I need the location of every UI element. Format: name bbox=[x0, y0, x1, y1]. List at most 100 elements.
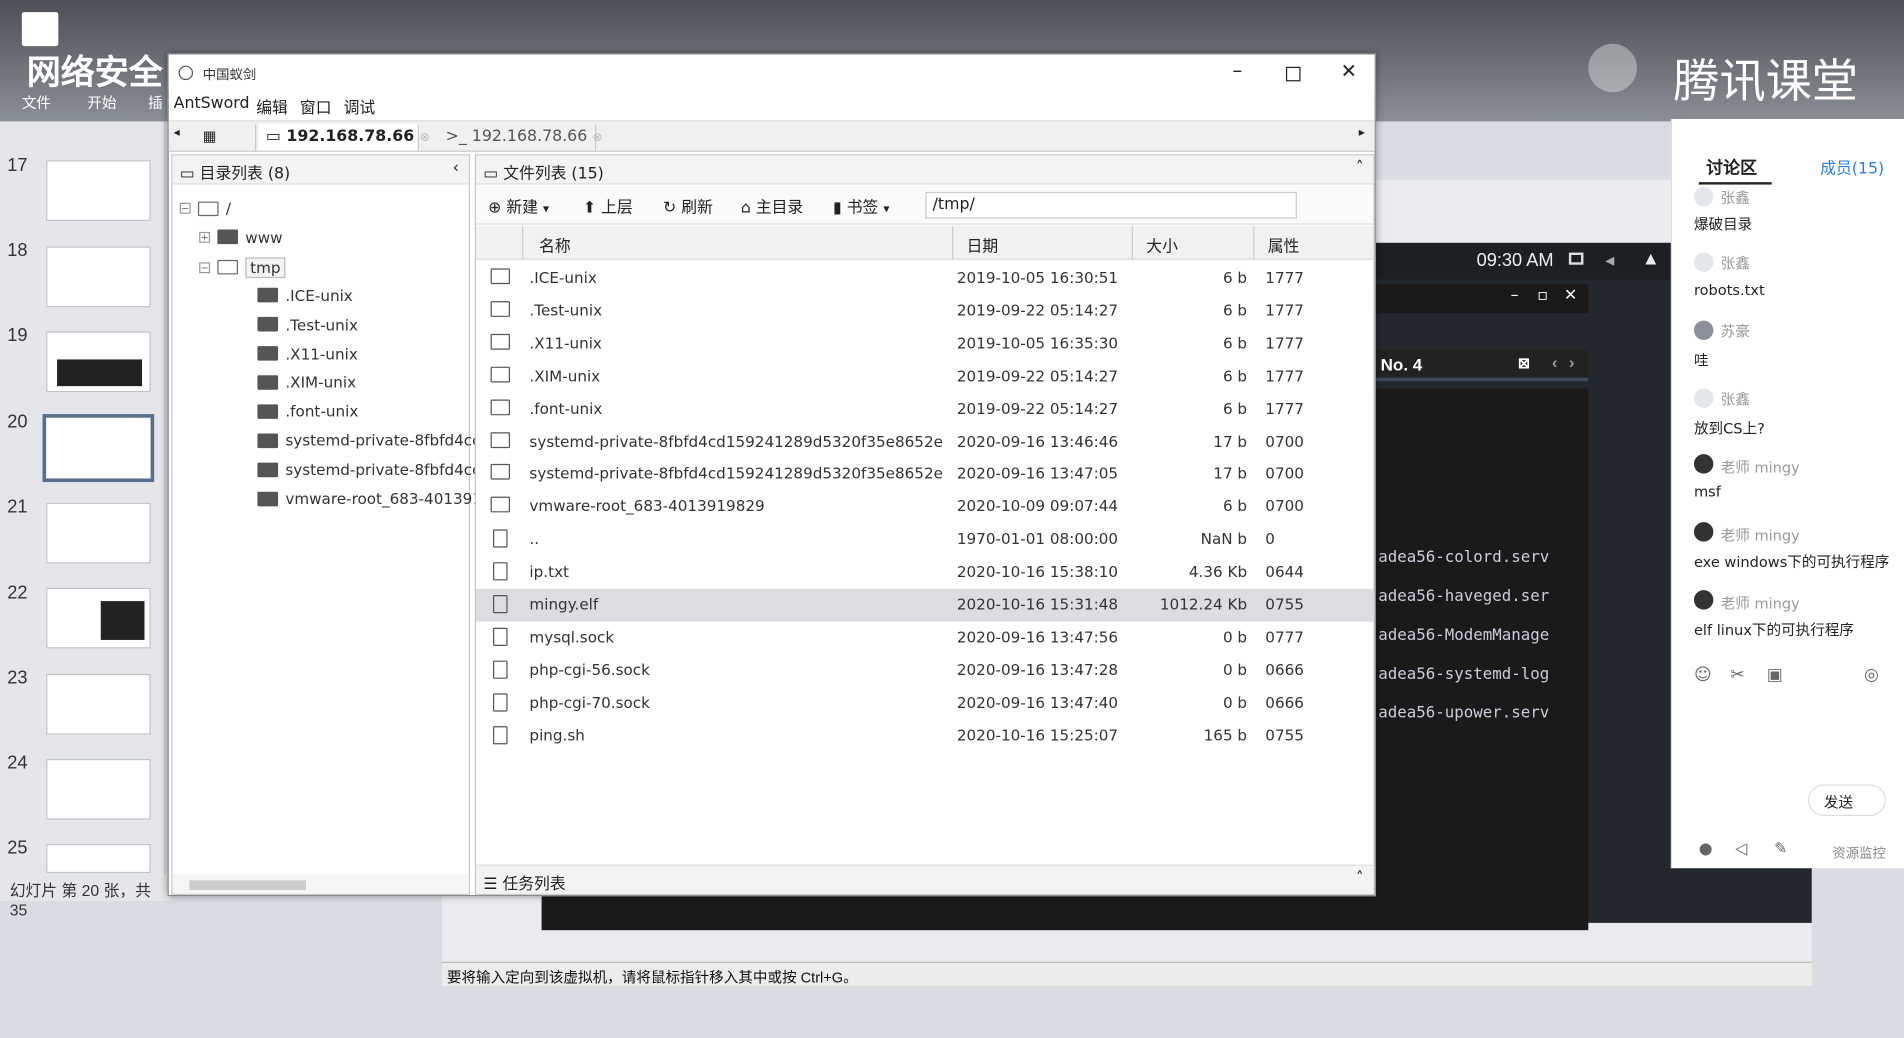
file-row[interactable]: systemd-private-8fbfd4cd159241289d5320f3… bbox=[476, 426, 1373, 459]
tree-item[interactable]: .font-unix bbox=[214, 402, 358, 421]
tree-item[interactable]: + www bbox=[199, 228, 283, 246]
vm-clock: 09:30 AM bbox=[1476, 250, 1554, 271]
maximize-icon[interactable]: ▫ bbox=[1537, 287, 1548, 305]
slide-thumbnail-selected[interactable] bbox=[42, 414, 155, 483]
tree-item[interactable]: systemd-private-8fbfd4cd159 bbox=[214, 431, 511, 450]
file-row[interactable]: .. 1970-01-01 08:00:00 NaN b 0 bbox=[476, 524, 1373, 557]
minimize-button[interactable]: – bbox=[1233, 58, 1243, 81]
up-button[interactable]: ⬆ 上层 bbox=[583, 194, 633, 217]
slide-thumbnail[interactable] bbox=[46, 160, 151, 222]
file-size: 17 b bbox=[1213, 464, 1248, 483]
vm-terminal[interactable]: adea56-colord.serv adea56-haveged.ser ad… bbox=[1374, 388, 1589, 911]
collapse-toggle-icon[interactable]: − bbox=[199, 262, 211, 273]
tab-scroll-right-icon[interactable]: ▸ bbox=[1359, 126, 1365, 139]
file-row[interactable]: php-cgi-70.sock 2020-09-16 13:47:40 0 b 066… bbox=[476, 687, 1373, 720]
home-button[interactable]: ⌂ 主目录 bbox=[741, 194, 803, 217]
file-row[interactable]: .X11-unix 2019-10-05 16:35:30 6 b 1777 bbox=[476, 328, 1373, 361]
file-row[interactable]: .ICE-unix 2019-10-05 16:30:51 6 b 1777 bbox=[476, 262, 1373, 295]
slide-thumbnails[interactable]: 17 18 19 20 21 22 23 24 25 bbox=[0, 121, 166, 899]
tree-item[interactable]: systemd-private-8fbfd4cd159 bbox=[214, 460, 511, 479]
list-icon: ☰ bbox=[483, 875, 498, 894]
scissors-icon[interactable]: ✂ bbox=[1730, 665, 1744, 684]
menu-window[interactable]: 窗口 bbox=[300, 95, 332, 118]
ppt-menu-home[interactable]: 开始 bbox=[87, 92, 116, 113]
tab-discussion[interactable]: 讨论区 bbox=[1706, 155, 1757, 179]
file-row[interactable]: systemd-private-8fbfd4cd159241289d5320f3… bbox=[476, 458, 1373, 491]
slide-thumbnail[interactable] bbox=[46, 246, 151, 308]
chevron-right-icon[interactable]: › bbox=[1569, 352, 1575, 371]
minimize-icon[interactable]: – bbox=[1511, 287, 1519, 305]
horizontal-scrollbar[interactable] bbox=[172, 874, 469, 894]
resource-monitor[interactable]: 资源监控 bbox=[1832, 843, 1885, 862]
tab-file-manager[interactable]: ▭ 192.168.78.66 ⊗ bbox=[258, 123, 430, 151]
tab-members[interactable]: 成员(15) bbox=[1820, 155, 1884, 178]
folder-icon: ▭ bbox=[179, 165, 195, 184]
file-date: 2019-10-05 16:30:51 bbox=[956, 268, 1119, 287]
collapse-toggle-icon[interactable]: − bbox=[179, 202, 191, 214]
tree-item[interactable]: − tmp bbox=[199, 257, 286, 278]
tree-item[interactable]: vmware-root_683-401391982 bbox=[214, 489, 511, 508]
new-button[interactable]: ⊕ 新建 ▾ bbox=[488, 194, 549, 217]
file-row[interactable]: php-cgi-56.sock 2020-09-16 13:47:28 0 b 066… bbox=[476, 654, 1373, 687]
file-row[interactable]: .font-unix 2019-09-22 05:14:27 6 b 1777 bbox=[476, 393, 1373, 426]
menu-antsword[interactable]: AntSword bbox=[174, 95, 250, 113]
column-attr[interactable]: 属性 bbox=[1268, 233, 1300, 256]
scrollbar-thumb[interactable] bbox=[189, 880, 307, 891]
send-button[interactable]: 发送 bbox=[1808, 784, 1886, 817]
tab-home[interactable]: ▦ bbox=[196, 123, 257, 151]
slide-thumbnail[interactable] bbox=[46, 502, 151, 564]
slide-thumbnail[interactable] bbox=[46, 587, 151, 649]
folder-icon bbox=[490, 431, 511, 448]
close-icon[interactable]: ⊗ bbox=[592, 131, 602, 144]
file-row[interactable]: ping.sh 2020-10-16 15:25:07 165 b 0755 bbox=[476, 720, 1373, 753]
file-row[interactable]: .XIM-unix 2019-09-22 05:14:27 6 b 1777 bbox=[476, 360, 1373, 393]
collapse-up-icon[interactable]: ˄ bbox=[1356, 159, 1364, 177]
close-icon[interactable]: ⊠ bbox=[1518, 355, 1530, 372]
bookmark-button[interactable]: ▮ 书签 ▾ bbox=[833, 194, 889, 217]
chevron-left-icon[interactable]: ‹ bbox=[1552, 352, 1558, 371]
slide-thumbnail[interactable] bbox=[46, 758, 151, 820]
expand-toggle-icon[interactable]: + bbox=[199, 231, 211, 243]
tab-terminal[interactable]: >_ 192.168.78.66 ⊗ bbox=[438, 123, 603, 151]
tree-item[interactable]: .X11-unix bbox=[214, 344, 358, 362]
column-name[interactable]: 名称 bbox=[539, 233, 571, 256]
tree-item[interactable]: .XIM-unix bbox=[214, 373, 356, 391]
tree-item[interactable]: − / bbox=[179, 199, 231, 217]
slide-thumbnail[interactable] bbox=[46, 673, 151, 735]
slide-thumbnail[interactable] bbox=[46, 843, 151, 874]
column-size[interactable]: 大小 bbox=[1146, 233, 1178, 256]
file-row[interactable]: mysql.sock 2020-09-16 13:47:56 0 b 0777 bbox=[476, 622, 1373, 655]
slide-thumbnail[interactable] bbox=[46, 331, 151, 393]
tab-scroll-left-icon[interactable]: ◂ bbox=[174, 126, 180, 139]
file-row[interactable]: .Test-unix 2019-09-22 05:14:27 6 b 1777 bbox=[476, 295, 1373, 328]
vm-status-text: 要将输入定向到该虚拟机，请将鼠标指针移入其中或按 Ctrl+G。 bbox=[446, 969, 858, 987]
settings-icon[interactable]: ◎ bbox=[1864, 665, 1879, 684]
refresh-button[interactable]: ↻ 刷新 bbox=[663, 194, 713, 217]
close-icon[interactable]: ⊗ bbox=[420, 131, 430, 144]
close-button[interactable]: ✕ bbox=[1341, 60, 1357, 83]
menu-edit[interactable]: 编辑 bbox=[256, 95, 288, 118]
file-row[interactable]: ip.txt 2020-10-16 15:38:10 4.36 Kb 0644 bbox=[476, 556, 1373, 589]
tree-item[interactable]: .ICE-unix bbox=[214, 286, 353, 304]
tree-item[interactable]: .Test-unix bbox=[214, 315, 358, 333]
speaker-icon[interactable]: ◁ bbox=[1735, 840, 1747, 858]
expand-up-icon[interactable]: ˄ bbox=[1356, 869, 1364, 887]
folder-icon bbox=[490, 464, 511, 481]
mic-icon[interactable]: ● bbox=[1699, 840, 1713, 858]
file-row[interactable]: vmware-root_683-4013919829 2020-10-09 09:… bbox=[476, 491, 1373, 524]
close-icon[interactable]: ✕ bbox=[1564, 287, 1577, 305]
image-icon[interactable]: ▣ bbox=[1767, 665, 1783, 684]
collapse-icon[interactable]: ‹ bbox=[453, 159, 459, 177]
maximize-button[interactable] bbox=[1285, 66, 1301, 82]
path-input[interactable]: /tmp/ bbox=[925, 191, 1297, 219]
pen-icon[interactable]: ✎ bbox=[1774, 840, 1787, 858]
vm-tab[interactable]: No. 4 ⊠ ‹ › bbox=[1374, 349, 1589, 382]
ppt-menu-file[interactable]: 文件 bbox=[22, 92, 51, 113]
menu-debug[interactable]: 调试 bbox=[344, 95, 376, 118]
antsword-window[interactable]: 中国蚁剑 – ✕ AntSword 编辑 窗口 调试 ◂ ▦ ▭ 192.168… bbox=[167, 53, 1376, 897]
file-row[interactable]: mingy.elf 2020-10-16 15:31:48 1012.24 Kb 07… bbox=[476, 588, 1374, 622]
ppt-menu-insert[interactable]: 插 bbox=[148, 92, 163, 113]
column-date[interactable]: 日期 bbox=[967, 233, 999, 256]
tree-item-label: .XIM-unix bbox=[285, 373, 357, 392]
emoji-icon[interactable]: ☺ bbox=[1694, 665, 1712, 684]
